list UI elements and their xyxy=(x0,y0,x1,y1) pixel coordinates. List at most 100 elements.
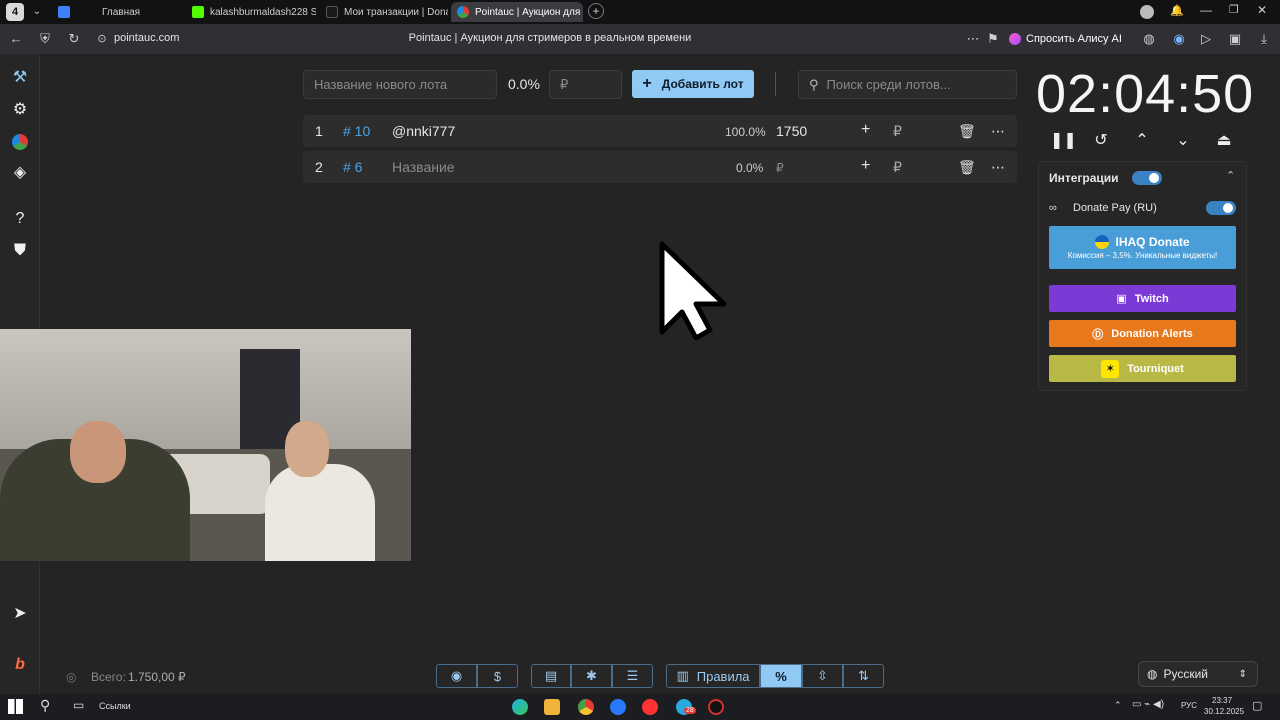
tab-pointauc[interactable]: Pointauc | Аукцион для ✕ xyxy=(451,2,583,22)
save-icon[interactable]: ▤ xyxy=(531,664,571,688)
search-lots-input[interactable]: ⚲ Поиск среди лотов... xyxy=(798,70,1017,99)
notifications-icon[interactable]: ▢ xyxy=(1252,699,1262,712)
chrome-icon[interactable] xyxy=(578,699,594,715)
donate-pay-toggle[interactable] xyxy=(1206,201,1236,215)
globe-icon: ◍ xyxy=(1147,667,1158,681)
file-explorer-icon[interactable] xyxy=(544,699,560,715)
tray-icons[interactable]: ▭ ⌁ ◀) xyxy=(1132,699,1164,710)
more-options-icon[interactable]: ⋯ xyxy=(991,123,1005,140)
extension-icon[interactable]: ◉ xyxy=(1171,31,1187,47)
add-amount-icon[interactable]: + xyxy=(861,157,870,175)
trash-icon[interactable]: 🗑 xyxy=(958,123,976,140)
links-label[interactable]: Ссылки xyxy=(99,701,131,711)
clear-list-icon[interactable]: ☰ xyxy=(612,664,653,688)
settings-gear-icon[interactable]: ⚙ xyxy=(10,100,30,120)
currency-icon[interactable]: ₽ xyxy=(893,159,902,176)
lot-row[interactable]: 2 # 6 Название 0.0% ₽ + ₽ 🗑 ⋯ xyxy=(303,151,1017,183)
language-select[interactable]: ◍ Русский ⇕ xyxy=(1138,661,1258,687)
tabs-dropdown-icon[interactable]: ⌄ xyxy=(29,3,45,21)
double-up-icon[interactable]: ⏏ xyxy=(1214,131,1234,151)
trash-icon[interactable]: 🗑 xyxy=(958,159,976,176)
language-indicator[interactable]: РУС xyxy=(1181,701,1197,710)
address-bar: ← ⛨ ↻ ⊙ pointauc.com Pointauc | Аукцион … xyxy=(0,24,1280,54)
tray-chevron-icon[interactable]: ⌃ xyxy=(1114,700,1122,711)
person-right xyxy=(265,464,375,561)
ihaq-donate-button[interactable]: IHAQ Donate Комиссия – 3,5%. Уникальные … xyxy=(1049,226,1236,269)
bookmark-icon[interactable]: ⚑ xyxy=(985,31,1001,47)
percent-toggle-icon[interactable]: % xyxy=(760,664,802,688)
telegram-icon[interactable]: ➤ xyxy=(10,604,30,624)
add-lot-button[interactable]: + Добавить лот xyxy=(632,70,754,98)
lot-id[interactable]: # 6 xyxy=(343,159,362,175)
layers-icon[interactable]: ◈ xyxy=(10,163,30,183)
new-tab-icon[interactable]: + xyxy=(588,3,604,19)
hide-eye-icon[interactable]: ◎ xyxy=(66,670,76,684)
lot-amount[interactable]: 1750 xyxy=(776,123,807,139)
globe-icon[interactable]: ◍ xyxy=(1141,31,1157,47)
lot-name[interactable]: @nnki777 xyxy=(392,123,455,139)
obs-icon[interactable] xyxy=(708,699,724,715)
new-lot-name-input[interactable]: Название нового лота xyxy=(303,70,497,99)
currency-icon[interactable]: ₽ xyxy=(893,123,902,140)
tab-label: kalashburmaldash228 Stre xyxy=(210,6,316,18)
tab-count-icon[interactable]: 4 xyxy=(6,3,24,21)
add-amount-icon[interactable]: + xyxy=(861,121,870,139)
minimize-icon[interactable]: — xyxy=(1200,3,1212,17)
maximize-icon[interactable]: ❐ xyxy=(1229,3,1239,16)
collections-icon[interactable]: ▣ xyxy=(1227,31,1243,47)
clock-date[interactable]: 30.12.2025 xyxy=(1204,707,1244,716)
increase-time-icon[interactable]: ⌃ xyxy=(1132,131,1152,151)
decrease-time-icon[interactable]: ⌄ xyxy=(1173,131,1193,151)
downloads-icon[interactable]: ⤓ xyxy=(1256,31,1272,47)
twitch-label: Twitch xyxy=(1134,292,1169,305)
donate-dollar-icon[interactable]: $ xyxy=(477,664,518,688)
rules-button[interactable]: ▥ Правила xyxy=(666,664,760,688)
donation-alerts-label: Donation Alerts xyxy=(1111,327,1193,340)
ask-alice-button[interactable]: Спросить Алису AI xyxy=(1009,29,1122,49)
clock-time[interactable]: 23:37 xyxy=(1212,696,1232,705)
tab-home[interactable]: Главная xyxy=(52,2,182,22)
edge-icon[interactable] xyxy=(512,699,528,715)
tab-donate-transactions[interactable]: Мои транзакции | Donate xyxy=(320,2,448,22)
reset-icon[interactable]: ↺ xyxy=(1091,131,1111,151)
windows-start-icon[interactable] xyxy=(8,699,23,714)
notification-bell-icon[interactable]: 🔔 xyxy=(1170,4,1184,18)
shield-check-icon[interactable]: ⛊ xyxy=(10,241,30,261)
wheel-icon[interactable] xyxy=(10,132,30,152)
language-label: Русский xyxy=(1163,667,1209,681)
boosty-icon[interactable]: b xyxy=(10,655,30,675)
search-icon[interactable]: ⚲ xyxy=(40,697,50,714)
close-window-icon[interactable]: ✕ xyxy=(1257,3,1267,17)
bug-icon[interactable]: ✱ xyxy=(571,664,612,688)
lot-id[interactable]: # 10 xyxy=(343,123,370,139)
help-icon[interactable]: ? xyxy=(10,209,30,229)
new-lot-amount-input[interactable]: ₽ xyxy=(549,70,622,99)
task-view-icon[interactable]: ▭ xyxy=(73,698,84,712)
twitch-button[interactable]: ▣ Twitch xyxy=(1049,285,1236,312)
rules-label: Правила xyxy=(696,668,750,684)
collapse-icon[interactable]: ⌃ xyxy=(1226,169,1235,182)
yandex-browser-icon[interactable] xyxy=(642,699,658,715)
windows-taskbar: ⚲ ▭ Ссылки 28 ⌃ ▭ ⌁ ◀) РУС 23:37 30.12.2… xyxy=(0,694,1280,720)
tourniquet-button[interactable]: ✶ Tourniquet xyxy=(1049,355,1236,382)
donation-alerts-button[interactable]: Ⓓ Donation Alerts xyxy=(1049,320,1236,347)
lot-name[interactable]: Название xyxy=(392,159,455,175)
mouse-cursor-icon xyxy=(659,241,727,340)
lot-amount[interactable]: ₽ xyxy=(776,161,784,175)
sort-icon[interactable]: ⇅ xyxy=(843,664,884,688)
media-icon[interactable]: ▷ xyxy=(1198,31,1214,47)
profile-avatar[interactable] xyxy=(1140,5,1154,19)
currency-placeholder: ₽ xyxy=(560,76,569,92)
auction-hammer-icon[interactable]: ⚒ xyxy=(10,68,30,88)
github-icon[interactable]: ◉ xyxy=(436,664,477,688)
more-options-icon[interactable]: ⋯ xyxy=(991,159,1005,176)
lot-row[interactable]: 1 # 10 @nnki777 100.0% 1750 + ₽ 🗑 ⋯ xyxy=(303,115,1017,147)
more-icon[interactable]: ⋯ xyxy=(965,31,981,47)
check-app-icon[interactable] xyxy=(610,699,626,715)
integrations-toggle[interactable] xyxy=(1132,171,1162,185)
pause-icon[interactable]: ❚❚ xyxy=(1050,131,1077,151)
tab-kick[interactable]: kalashburmaldash228 Stre xyxy=(186,2,316,22)
timer-display: 02:04:50 xyxy=(1036,64,1255,124)
donate-favicon-icon xyxy=(326,6,338,18)
compress-icon[interactable]: ⇳ xyxy=(802,664,843,688)
